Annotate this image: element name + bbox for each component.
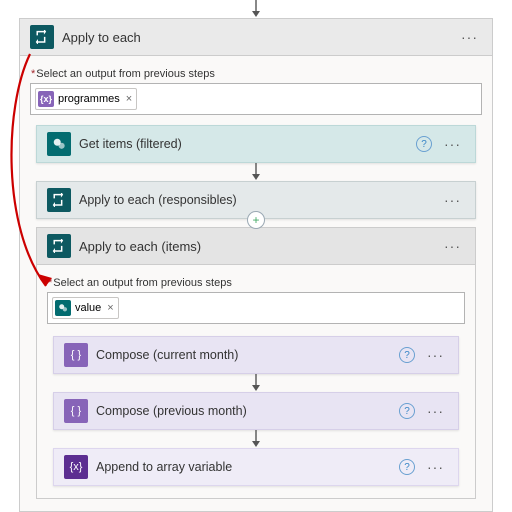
token-label: value [75,302,101,314]
more-menu-button[interactable]: ··· [440,192,465,208]
more-menu-button[interactable]: ··· [440,136,465,152]
connector-arrow [47,430,465,448]
connector-arrow [30,163,482,181]
foreach-icon [47,188,71,212]
compose-icon: { } [64,343,88,367]
sharepoint-icon [55,300,71,316]
add-action-button[interactable]: + [30,211,482,229]
select-output-label: *Select an output from previous steps [48,277,465,289]
action-title: Append to array variable [96,460,391,474]
output-token-input[interactable]: value × [47,292,465,324]
token-programmes[interactable]: {x} programmes × [35,88,137,110]
foreach-icon [30,25,54,49]
compose-previous-month[interactable]: { } Compose (previous month) ? ··· [53,392,459,430]
token-label: programmes [58,93,120,105]
container-title: Apply to each [62,30,449,45]
variable-icon: {x} [64,455,88,479]
container-title: Apply to each (items) [79,239,432,254]
token-value[interactable]: value × [52,297,119,319]
compose-icon: { } [64,399,88,423]
more-menu-button[interactable]: ··· [423,403,448,419]
foreach-icon [47,234,71,258]
action-title: Compose (current month) [96,348,391,362]
sharepoint-icon [47,132,71,156]
more-menu-button[interactable]: ··· [423,459,448,475]
apply-to-each-header[interactable]: Apply to each ··· [20,19,492,56]
more-menu-button[interactable]: ··· [440,238,465,254]
token-remove-button[interactable]: × [107,302,113,314]
connector-arrow [47,374,465,392]
apply-to-each-items-header[interactable]: Apply to each (items) ··· [37,228,475,265]
help-icon[interactable]: ? [399,459,415,475]
compose-current-month[interactable]: { } Compose (current month) ? ··· [53,336,459,374]
action-title: Get items (filtered) [79,137,408,151]
help-icon[interactable]: ? [399,403,415,419]
action-title: Compose (previous month) [96,404,391,418]
more-menu-button[interactable]: ··· [457,29,482,45]
help-icon[interactable]: ? [399,347,415,363]
apply-to-each-container: Apply to each ··· *Select an output from… [19,18,493,512]
output-token-input[interactable]: {x} programmes × [30,83,482,115]
apply-to-each-items-container: Apply to each (items) ··· *Select an out… [36,227,476,499]
help-icon[interactable]: ? [416,136,432,152]
append-to-array-variable[interactable]: {x} Append to array variable ? ··· [53,448,459,486]
more-menu-button[interactable]: ··· [423,347,448,363]
expression-icon: {x} [38,91,54,107]
token-remove-button[interactable]: × [126,93,132,105]
select-output-label: *Select an output from previous steps [31,68,482,80]
connector-arrow [8,0,504,18]
get-items-action[interactable]: Get items (filtered) ? ··· [36,125,476,163]
action-title: Apply to each (responsibles) [79,193,432,207]
